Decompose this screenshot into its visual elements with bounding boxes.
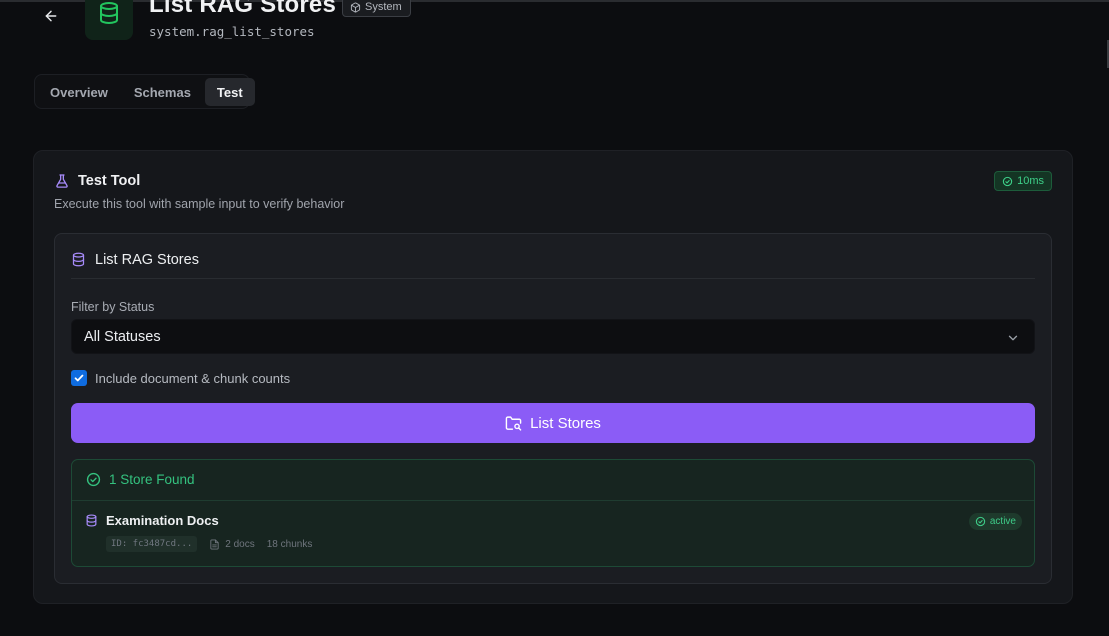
status-filter-select[interactable]: All Statuses: [71, 319, 1035, 354]
flask-icon: [56, 174, 68, 188]
list-stores-label: List Stores: [530, 414, 601, 432]
results-panel: 1 Store Found Examination Docs active ID…: [71, 459, 1035, 567]
tool-identifier: system.rag_list_stores: [149, 24, 315, 39]
results-header: 1 Store Found: [86, 472, 195, 487]
chevron-down-icon: [1008, 335, 1018, 341]
include-counts-checkbox[interactable]: [71, 370, 87, 386]
store-name[interactable]: Examination Docs: [106, 513, 219, 528]
arrow-left-icon: [45, 10, 57, 22]
include-counts-label[interactable]: Include document & chunk counts: [95, 371, 290, 386]
store-id: ID: fc3487cd...: [106, 536, 198, 552]
box-icon: [350, 1, 361, 13]
tool-form-panel: List RAG Stores Filter by Status All Sta…: [54, 233, 1052, 584]
status-filter-value: All Statuses: [84, 328, 161, 345]
execution-time-badge: 10ms: [994, 171, 1052, 191]
page-title: List RAG Stores: [149, 0, 337, 18]
form-title: List RAG Stores: [95, 252, 199, 268]
check-circle-icon: [86, 472, 101, 487]
file-icon: [210, 538, 219, 550]
tab-schemas[interactable]: Schemas: [122, 78, 203, 106]
results-count: 1 Store Found: [109, 472, 195, 487]
check-circle-icon: [975, 516, 986, 527]
tab-bar: Overview Schemas Test: [34, 74, 255, 109]
back-button[interactable]: [38, 4, 64, 28]
test-tool-card: Test Tool Execute this tool with sample …: [33, 150, 1073, 604]
divider: [71, 278, 1035, 279]
system-badge: System: [342, 0, 411, 17]
database-icon: [86, 514, 97, 527]
status-badge-label: active: [989, 516, 1016, 527]
card-title: Test Tool: [78, 173, 141, 189]
store-chunks-count: 18 chunks: [266, 538, 313, 550]
folder-search-icon: [505, 415, 522, 431]
card-description: Execute this tool with sample input to v…: [54, 197, 345, 211]
checkmark-icon: [74, 374, 84, 382]
include-counts-row: Include document & chunk counts: [71, 370, 290, 386]
store-docs-count: 2 docs: [209, 538, 255, 550]
filter-status-label: Filter by Status: [71, 300, 155, 314]
system-badge-label: System: [365, 1, 402, 13]
list-stores-button[interactable]: List Stores: [71, 403, 1035, 443]
database-icon: [72, 252, 85, 267]
docs-count-label: 2 docs: [225, 538, 255, 550]
tool-avatar: [85, 0, 133, 40]
tab-test[interactable]: Test: [204, 78, 255, 106]
execution-time-value: 10ms: [1017, 175, 1044, 187]
divider: [72, 500, 1034, 501]
status-badge: active: [968, 513, 1022, 530]
store-meta: ID: fc3487cd... 2 docs 18 chunks: [106, 536, 312, 552]
check-circle-icon: [1002, 176, 1013, 186]
tab-overview[interactable]: Overview: [38, 78, 120, 106]
database-icon: [100, 2, 118, 24]
